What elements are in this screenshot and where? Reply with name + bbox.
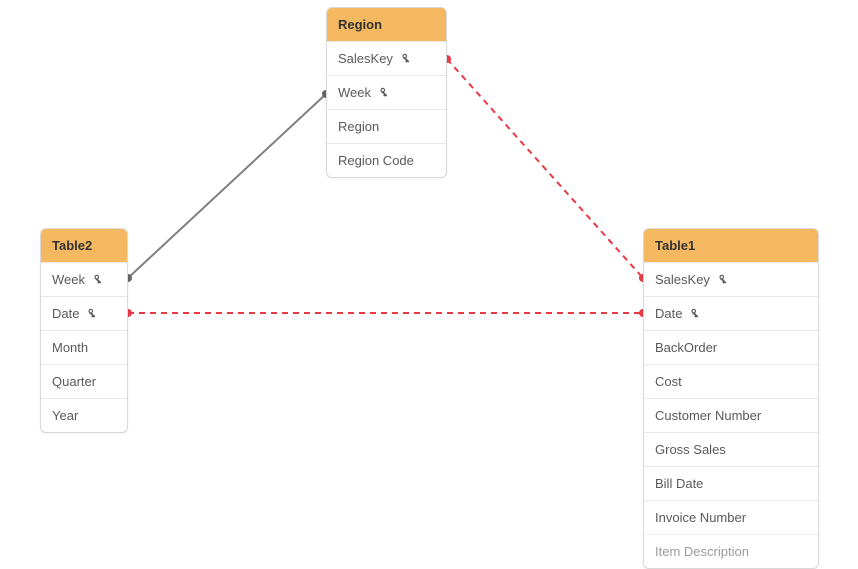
field-label: Year — [52, 408, 78, 423]
field-row[interactable]: Gross Sales — [644, 432, 818, 466]
key-icon — [688, 307, 702, 321]
field-label: Quarter — [52, 374, 96, 389]
field-row[interactable]: Region Code — [327, 143, 446, 177]
field-label: Invoice Number — [655, 510, 746, 525]
field-label: Month — [52, 340, 88, 355]
field-row[interactable]: Region — [327, 109, 446, 143]
field-label: Region Code — [338, 153, 414, 168]
field-row[interactable]: Cost — [644, 364, 818, 398]
field-row[interactable]: Quarter — [41, 364, 127, 398]
field-label: Date — [655, 306, 682, 321]
table-table2[interactable]: Table2 Week Date Month Quarter Year — [40, 228, 128, 433]
field-row[interactable]: Year — [41, 398, 127, 432]
field-label: Cost — [655, 374, 682, 389]
field-row[interactable]: BackOrder — [644, 330, 818, 364]
field-label: SalesKey — [338, 51, 393, 66]
field-label: Customer Number — [655, 408, 761, 423]
field-label: SalesKey — [655, 272, 710, 287]
table-table1[interactable]: Table1 SalesKey Date BackOrder Cost Cust… — [643, 228, 819, 569]
diagram-canvas[interactable]: Region SalesKey Week Region Region Code … — [0, 0, 858, 535]
key-icon — [91, 273, 105, 287]
key-icon — [377, 86, 391, 100]
field-row[interactable]: SalesKey — [644, 262, 818, 296]
link-week-solid — [128, 94, 326, 278]
field-row[interactable]: Customer Number — [644, 398, 818, 432]
field-row[interactable]: Bill Date — [644, 466, 818, 500]
field-label: Item Description — [655, 544, 749, 559]
link-saleskey-dashed — [447, 59, 643, 278]
key-icon — [85, 307, 99, 321]
field-label: BackOrder — [655, 340, 717, 355]
table-header[interactable]: Table1 — [644, 229, 818, 262]
field-label: Week — [52, 272, 85, 287]
table-fields: SalesKey Week Region Region Code — [327, 41, 446, 177]
field-row[interactable]: SalesKey — [327, 41, 446, 75]
table-header[interactable]: Table2 — [41, 229, 127, 262]
field-row[interactable]: Month — [41, 330, 127, 364]
field-label: Date — [52, 306, 79, 321]
field-row[interactable]: Week — [327, 75, 446, 109]
table-fields: SalesKey Date BackOrder Cost Customer Nu… — [644, 262, 818, 568]
field-row[interactable]: Week — [41, 262, 127, 296]
field-label: Gross Sales — [655, 442, 726, 457]
key-icon — [399, 52, 413, 66]
field-row[interactable]: Item Description — [644, 534, 818, 568]
table-fields: Week Date Month Quarter Year — [41, 262, 127, 432]
field-row[interactable]: Invoice Number — [644, 500, 818, 534]
field-label: Bill Date — [655, 476, 703, 491]
table-region[interactable]: Region SalesKey Week Region Region Code — [326, 7, 447, 178]
table-header[interactable]: Region — [327, 8, 446, 41]
key-icon — [716, 273, 730, 287]
field-row[interactable]: Date — [644, 296, 818, 330]
field-row[interactable]: Date — [41, 296, 127, 330]
field-label: Week — [338, 85, 371, 100]
field-label: Region — [338, 119, 379, 134]
